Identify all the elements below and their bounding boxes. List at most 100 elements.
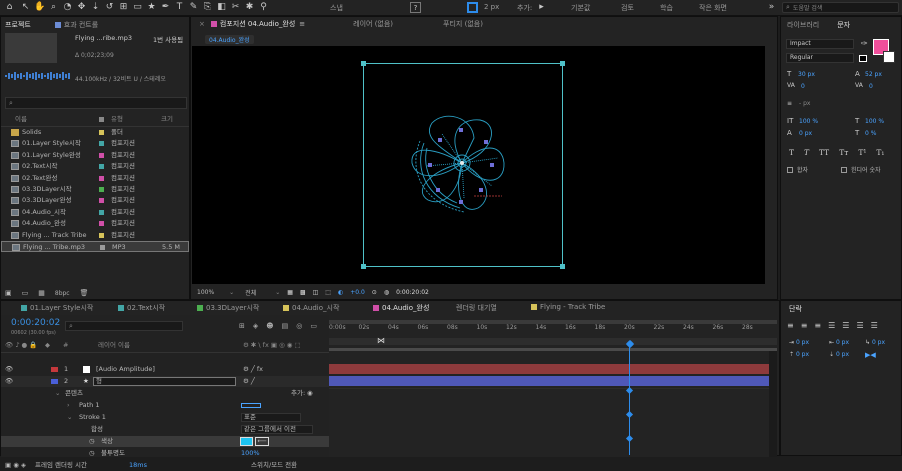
overflow-icon[interactable]: » <box>766 2 777 13</box>
prop-composite[interactable]: 합성 같은 그룹에서 이전 <box>1 424 329 435</box>
timecode-display[interactable]: 0:00:20:02 <box>396 289 429 296</box>
layer-row-2[interactable]: 👁 2 ★ 형 ⚙ ╱ <box>1 376 329 387</box>
layer-color-label[interactable] <box>51 367 58 372</box>
anchor-tool-icon[interactable]: ⊞ <box>118 2 129 13</box>
frame-blend-icon[interactable]: ▤ <box>282 322 289 330</box>
layer-row-1[interactable]: 👁 1 [Audio Amplitude] ⚙ ╱ fx <box>1 364 329 375</box>
new-folder-icon[interactable]: ▭ <box>22 289 29 297</box>
tab-effect-controls[interactable]: 효과 컨트롤 <box>64 20 98 30</box>
faux-italic-icon[interactable]: T <box>804 148 809 157</box>
col-size[interactable]: 크기 <box>161 114 173 125</box>
kerning-value[interactable]: 0 <box>801 83 805 90</box>
composite-select[interactable]: 같은 그룹에서 이전 <box>241 425 313 434</box>
project-item[interactable]: 04.Audio_시작 컴포지션 <box>1 207 189 218</box>
indent-right[interactable]: ⇤ 0 px <box>829 339 849 346</box>
tab-layer[interactable]: 레이어 (없음) <box>353 19 393 29</box>
tab-composition[interactable]: 컴포지션 04.Audio_완성 <box>220 19 295 29</box>
layer-name-input[interactable]: 형 <box>93 377 236 386</box>
resolution-select[interactable]: 전체 <box>241 288 268 297</box>
space-before[interactable]: ⇡ 0 px <box>789 351 809 358</box>
chevron-down-icon[interactable]: ⌄ <box>229 289 234 296</box>
timeline-search-input[interactable]: ⌕ <box>65 321 183 331</box>
justify-center-icon[interactable]: ☰ <box>842 321 849 330</box>
brush-tool-icon[interactable]: ✎ <box>188 2 199 13</box>
tab-menu-icon[interactable]: ≡ <box>299 20 305 28</box>
workspace-small[interactable]: 작은 화면 <box>699 3 727 13</box>
timeline-tab[interactable]: 03.3DLayer시작 <box>197 303 259 313</box>
stopwatch-icon[interactable]: ◷ <box>89 448 95 459</box>
layer-switches[interactable]: ⚙ ╱ <box>243 376 255 387</box>
faux-bold-icon[interactable]: T <box>789 148 794 157</box>
anchor-point[interactable] <box>460 161 464 165</box>
hindi-digits-checkbox[interactable]: 힌디어 숫자 <box>841 165 881 174</box>
stroke-mode-select[interactable]: 표준 <box>241 413 301 422</box>
region-icon[interactable]: ⬚ <box>325 289 331 296</box>
chevron-right-icon[interactable]: › <box>67 400 70 411</box>
close-icon[interactable]: × <box>199 20 205 28</box>
col-type[interactable]: 유형 <box>111 114 123 125</box>
time-ruler[interactable]: 0:00s 02s 04s 06s 08s 10s 12s 14s 16s 18s 20s 22s 24… <box>329 324 769 334</box>
timeline-tab[interactable]: Flying - Track Tribe <box>531 303 605 311</box>
add-label[interactable]: 추가: <box>517 3 532 13</box>
pin-tool-icon[interactable]: ⚲ <box>258 2 269 13</box>
prop-color[interactable]: ◷ 색상 ⟵ <box>1 436 329 447</box>
prop-contents[interactable]: ⌄ 콘텐츠 추가: ◉ <box>1 388 329 399</box>
exposure-icon[interactable]: ◐ <box>338 289 343 296</box>
timeline-tab[interactable]: 04.Audio_시작 <box>283 303 339 313</box>
tracking-value[interactable]: 0 <box>869 83 873 90</box>
workspace-default[interactable]: 기본값 <box>571 3 590 13</box>
bbox-handle[interactable] <box>560 264 565 269</box>
prop-opacity[interactable]: ◷ 불투명도 100% <box>1 448 329 459</box>
stroke-box-icon[interactable]: ? <box>410 2 421 13</box>
current-timecode[interactable]: 0:00:20:02 <box>11 318 60 328</box>
work-area-range[interactable] <box>329 348 777 351</box>
justify-left-icon[interactable]: ☰ <box>828 321 835 330</box>
tab-libraries[interactable]: 라이브러리 <box>787 20 819 30</box>
mask-icon[interactable]: ◫ <box>313 289 319 296</box>
align-left-icon[interactable]: ≡ <box>787 321 794 330</box>
path-expression-icon[interactable] <box>241 403 261 408</box>
shy-icon[interactable]: ☻ <box>266 322 273 330</box>
col-name[interactable]: 이름 <box>15 114 27 125</box>
timeline-tab[interactable]: 02.Text시작 <box>118 303 165 313</box>
project-item[interactable]: 03.3DLayer완성 컴포지션 <box>1 195 189 206</box>
stroke-width-value[interactable]: - px <box>799 100 810 107</box>
bbox-handle[interactable] <box>560 61 565 66</box>
justify-right-icon[interactable]: ☰ <box>856 321 863 330</box>
marker-row[interactable] <box>329 338 777 345</box>
space-after[interactable]: ⇣ 0 px <box>829 351 849 358</box>
item-label-color[interactable] <box>99 221 104 227</box>
label-icon[interactable]: ◆ <box>45 340 50 351</box>
project-item[interactable]: 02.Text시작 컴포지션 <box>1 161 189 172</box>
chevron-down-icon[interactable]: ⌄ <box>275 289 280 296</box>
subscript-icon[interactable]: T₁ <box>876 148 884 157</box>
eraser-tool-icon[interactable]: ◧ <box>216 2 227 13</box>
zoom-tool-icon[interactable]: ⌕ <box>48 2 59 13</box>
transparency-icon[interactable]: ▩ <box>300 289 306 296</box>
bbox-handle[interactable] <box>361 61 366 66</box>
project-search-input[interactable]: ⌕ <box>5 97 187 109</box>
leading-value[interactable]: 52 px <box>865 71 882 78</box>
item-label-color[interactable] <box>99 198 104 204</box>
color-swatch[interactable] <box>240 437 253 446</box>
chevron-down-icon[interactable]: ⌄ <box>67 412 72 423</box>
star-tool-icon[interactable]: ★ <box>146 2 157 13</box>
item-label-color[interactable] <box>100 245 105 250</box>
project-item[interactable]: Flying ... Tribe.mp3 MP3 5.5 M <box>1 241 189 252</box>
av-icons[interactable]: 👁 ♪ ● 🔒 <box>5 340 37 351</box>
workspace-review[interactable]: 검토 <box>621 3 634 13</box>
puppet-tool-icon[interactable]: ✱ <box>244 2 255 13</box>
bbox-handle[interactable] <box>361 264 366 269</box>
snapshot-icon[interactable]: ⊙ <box>372 289 377 296</box>
render-icons[interactable]: ▣ ◉ ◈ <box>5 460 26 471</box>
zoom-select[interactable]: 100% <box>193 289 222 296</box>
prop-stroke1[interactable]: ⌄ Stroke 1 표준 <box>1 412 329 423</box>
keyframe-marker[interactable] <box>625 410 634 419</box>
project-item[interactable]: 01.Layer Style완성 컴포지션 <box>1 150 189 161</box>
tab-project[interactable]: 프로젝트 <box>5 20 31 30</box>
vertical-scale-value[interactable]: 100 % <box>799 118 818 125</box>
number-icon[interactable]: # <box>63 340 68 351</box>
new-comp-icon[interactable]: ▦ <box>38 289 45 297</box>
font-style-select[interactable]: Regular <box>786 53 854 63</box>
timeline-track-area[interactable]: ⋈ <box>329 315 777 457</box>
